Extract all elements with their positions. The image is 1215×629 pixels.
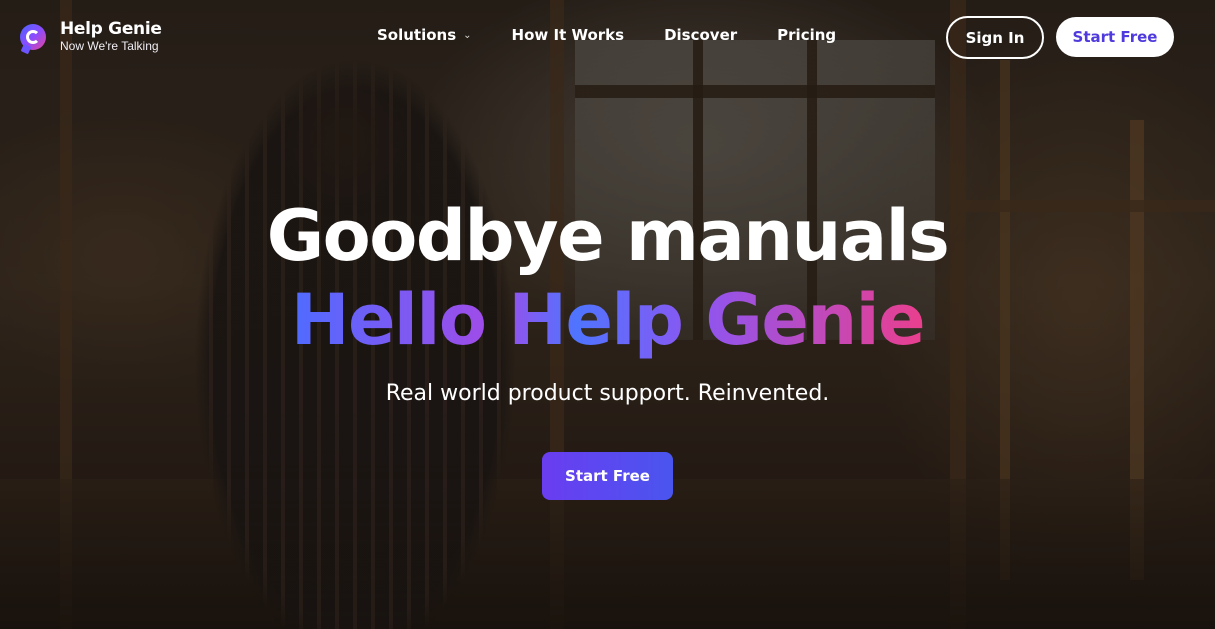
sign-in-button[interactable]: Sign In bbox=[946, 16, 1044, 59]
nav-item-label: How It Works bbox=[511, 26, 625, 44]
brand-logo-link[interactable]: Help Genie Now We're Talking bbox=[20, 20, 162, 53]
brand-text: Help Genie Now We're Talking bbox=[60, 19, 162, 54]
site-header: Help Genie Now We're Talking Solutions ⌄… bbox=[0, 0, 1215, 75]
nav-item-label: Pricing bbox=[777, 26, 837, 44]
main-nav: Solutions ⌄ How It Works Discover Pricin… bbox=[377, 26, 836, 44]
hero-section: Goodbye manuals Hello Help Genie Real wo… bbox=[0, 192, 1215, 500]
start-free-header-button[interactable]: Start Free bbox=[1056, 17, 1174, 57]
brand-tagline: Now We're Talking bbox=[60, 39, 159, 53]
nav-item-how-it-works[interactable]: How It Works bbox=[512, 26, 625, 44]
nav-item-label: Solutions bbox=[377, 26, 457, 44]
nav-item-pricing[interactable]: Pricing bbox=[777, 26, 836, 44]
hero-headline-primary: Goodbye manuals bbox=[266, 195, 950, 277]
nav-item-discover[interactable]: Discover bbox=[664, 26, 737, 44]
chevron-down-icon: ⌄ bbox=[463, 29, 472, 41]
nav-item-solutions[interactable]: Solutions ⌄ bbox=[377, 26, 472, 44]
start-free-cta-button[interactable]: Start Free bbox=[542, 452, 673, 500]
nav-item-label: Discover bbox=[664, 26, 738, 44]
brand-name: Help Genie bbox=[60, 19, 162, 39]
hero-headline-gradient: Hello Help Genie bbox=[290, 279, 926, 361]
hero-subheadline: Real world product support. Reinvented. bbox=[385, 381, 830, 406]
help-genie-logo-icon bbox=[20, 23, 46, 50]
